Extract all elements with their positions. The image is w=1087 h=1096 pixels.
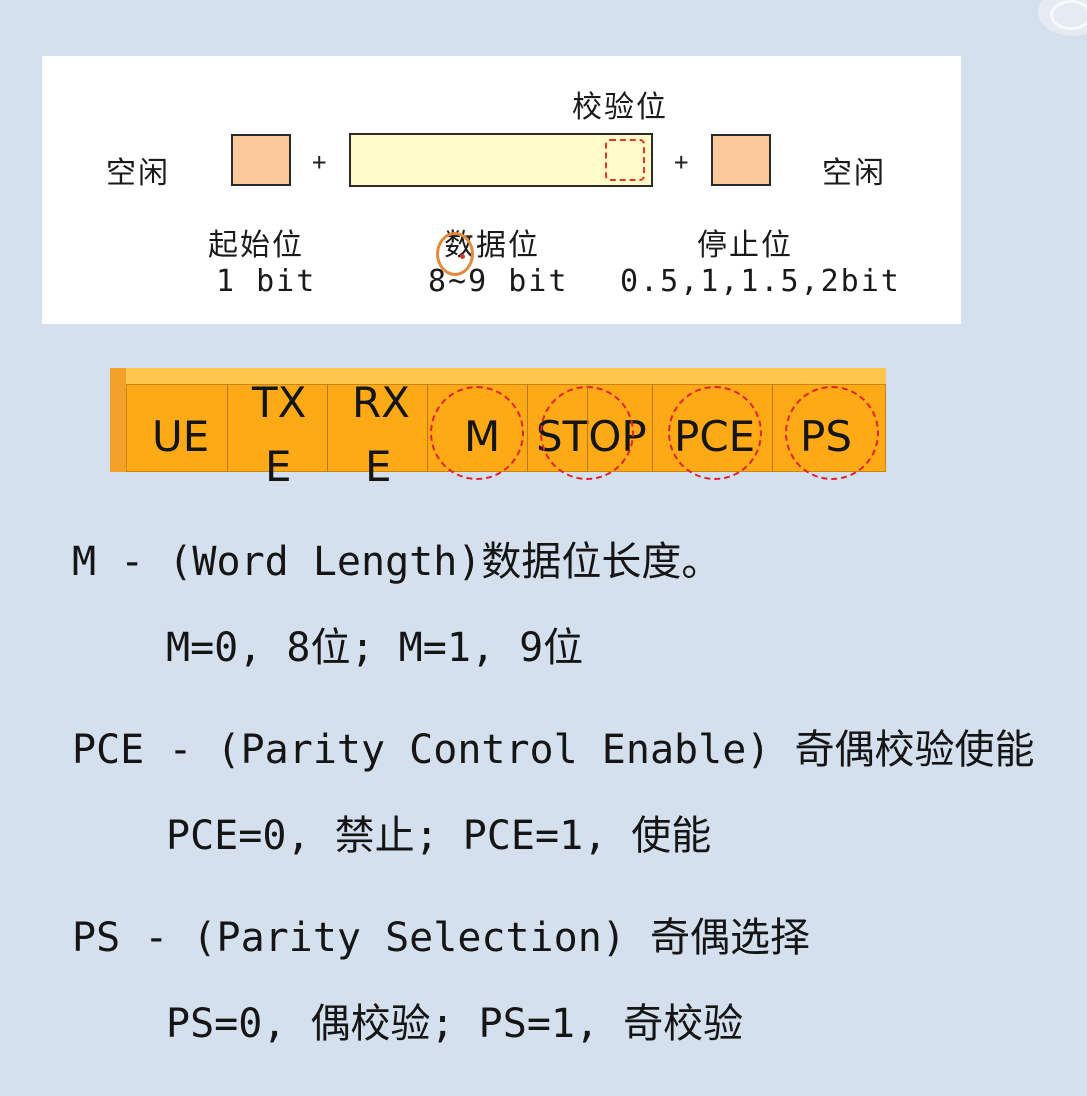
cursor-dot-icon — [460, 254, 465, 259]
plus-sign: + — [674, 148, 689, 176]
register-field-txe: TX — [252, 378, 307, 427]
register-divider — [587, 384, 588, 472]
parity-bit-marker — [605, 139, 645, 181]
pce-title: PCE - (Parity Control Enable) 奇偶校验使能 — [72, 727, 1035, 773]
register-field-rxe: RX — [352, 378, 410, 427]
idle-left-label: 空闲 — [106, 156, 170, 191]
start-bit-box — [231, 134, 291, 186]
corner-logo-ring — [1050, 0, 1087, 30]
stop-bit-size: 0.5,1,1.5,2bit — [620, 264, 901, 299]
m-detail: M=0, 8位; M=1, 9位 — [166, 625, 584, 671]
frame-diagram: 校验位 空闲 + + 空闲 起始位 1 bit 数据位 8~9 bit 停止位 … — [42, 56, 961, 324]
highlight-circle-pce — [668, 386, 762, 480]
usart-cr1-register: UE TX E RX E M STOP PCE PS — [110, 368, 886, 488]
register-field-txe-suffix: E — [265, 442, 292, 491]
highlight-circle-m — [430, 386, 524, 480]
plus-sign: + — [312, 148, 327, 176]
register-side-face — [110, 368, 126, 472]
cursor-highlight-icon — [436, 232, 474, 276]
idle-right-label: 空闲 — [822, 156, 886, 191]
data-bits-box — [349, 133, 653, 187]
register-field-rxe-suffix: E — [365, 442, 392, 491]
highlight-circle-ps — [785, 386, 879, 480]
ps-title: PS - (Parity Selection) 奇偶选择 — [72, 915, 810, 961]
stop-bit-label: 停止位 — [697, 228, 793, 263]
register-field-ue: UE — [152, 412, 210, 461]
pce-detail: PCE=0, 禁止; PCE=1, 使能 — [166, 813, 712, 859]
start-bit-size: 1 bit — [216, 264, 317, 299]
stop-bit-box — [711, 134, 771, 186]
ps-detail: PS=0, 偶校验; PS=1, 奇校验 — [166, 1001, 744, 1047]
start-bit-label: 起始位 — [208, 228, 304, 263]
m-title: M - (Word Length)数据位长度。 — [72, 539, 722, 585]
register-top-face — [110, 368, 886, 384]
parity-bit-label: 校验位 — [572, 90, 668, 125]
